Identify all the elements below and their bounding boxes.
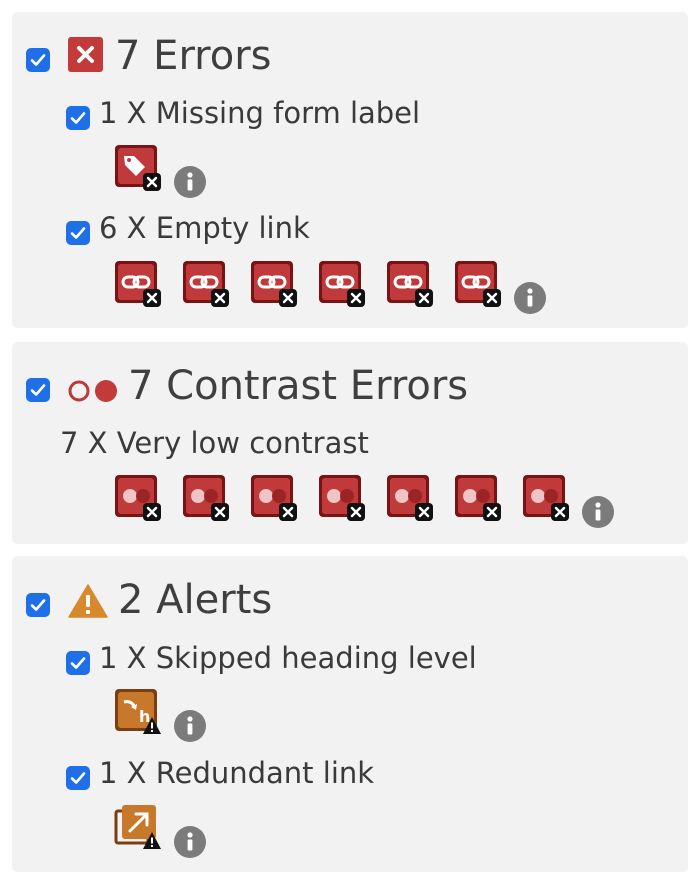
skipped-heading-icon[interactable]: h [114,688,162,736]
errors-heading: 7 Errors [115,33,272,79]
contrast-checkbox[interactable] [26,378,50,402]
low-contrast-icon[interactable] [386,474,434,522]
errors-checkbox[interactable] [26,48,50,72]
empty-link-info-icon[interactable] [514,282,546,314]
low-contrast-icon[interactable] [522,474,570,522]
missing-label-checkbox[interactable] [66,106,90,130]
empty-link-checkbox[interactable] [66,221,90,245]
contrast-icon [68,378,120,404]
contrast-heading: 7 Contrast Errors [128,363,469,409]
redundant-link-checkbox[interactable] [66,766,90,790]
low-contrast-icon[interactable] [114,474,162,522]
empty-link-icon[interactable] [250,260,298,308]
low-contrast-info-icon[interactable] [582,496,614,528]
empty-link-icon[interactable] [114,260,162,308]
skipped-heading-info-icon[interactable] [174,710,206,742]
low-contrast-icon[interactable] [318,474,366,522]
error-x-icon [68,37,103,72]
empty-link-icon[interactable] [182,260,230,308]
low-contrast-icon[interactable] [250,474,298,522]
missing-label-info-icon[interactable] [174,166,206,198]
low-contrast-icon[interactable] [182,474,230,522]
low-contrast-icon[interactable] [454,474,502,522]
alerts-checkbox[interactable] [26,593,50,617]
empty-link-icon[interactable] [454,260,502,308]
empty-link-icon[interactable] [318,260,366,308]
alerts-heading: 2 Alerts [118,577,273,623]
contrast-panel: 7 Contrast Errors 7 X Very low contrast [12,342,688,544]
skipped-heading-text: 1 X Skipped heading level [99,641,477,675]
missing-label-text: 1 X Missing form label [99,96,421,130]
empty-link-icon[interactable] [386,260,434,308]
redundant-link-text: 1 X Redundant link [99,756,375,790]
empty-link-text: 6 X Empty link [99,211,310,245]
missing-label-icon[interactable] [114,144,162,192]
alert-triangle-icon [68,584,108,618]
alerts-panel: 2 Alerts 1 X Skipped heading level h 1 X… [12,556,688,872]
redundant-link-info-icon[interactable] [174,826,206,858]
skipped-heading-checkbox[interactable] [66,651,90,675]
low-contrast-text: 7 X Very low contrast [60,426,369,460]
errors-panel: 7 Errors 1 X Missing form label 6 X Empt… [12,12,688,328]
redundant-link-icon[interactable] [114,803,162,851]
